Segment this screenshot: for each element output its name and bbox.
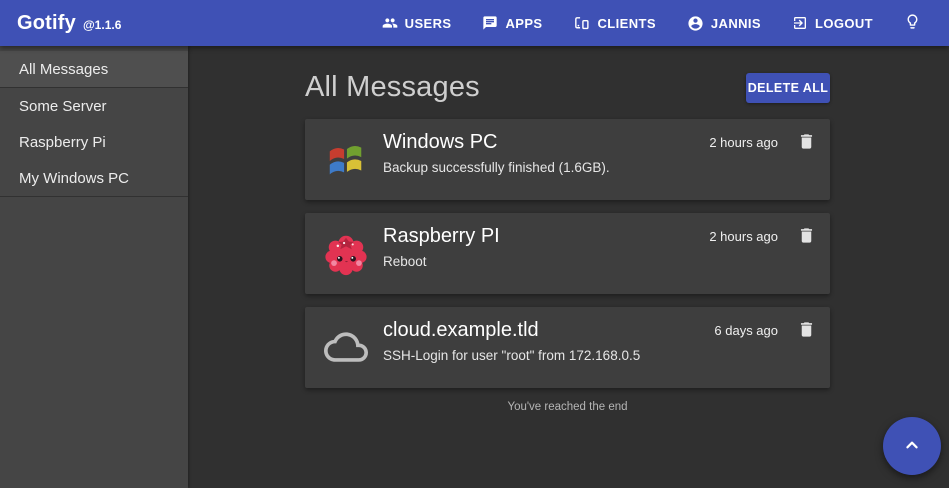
message-timestamp: 6 days ago [714, 323, 778, 338]
page-title: All Messages [305, 71, 480, 104]
message-body: Reboot [383, 254, 427, 269]
main-content: All Messages DELETE ALL Windows PC Backu… [188, 46, 949, 488]
app-version: @1.1.6 [83, 18, 121, 32]
delete-message-button[interactable] [795, 224, 818, 250]
account-icon [687, 15, 704, 32]
cloud-icon [323, 325, 369, 371]
theme-toggle-button[interactable] [902, 8, 923, 38]
lightbulb-icon [904, 13, 921, 33]
scroll-to-top-button[interactable] [883, 417, 941, 475]
sidebar-item-label: My Windows PC [19, 170, 129, 187]
sidebar-item-some-server[interactable]: Some Server [0, 88, 188, 124]
message-body: Backup successfully finished (1.6GB). [383, 160, 610, 175]
message-timestamp: 2 hours ago [709, 229, 778, 244]
delete-message-button[interactable] [795, 130, 818, 156]
top-navigation: USERS APPS CLIENTS JANNIS [380, 8, 949, 38]
sidebar-item-raspberry-pi[interactable]: Raspberry Pi [0, 124, 188, 160]
sidebar-item-label: Some Server [19, 98, 107, 115]
message-card: Windows PC Backup successfully finished … [305, 119, 830, 200]
message-body: SSH-Login for user "root" from 172.168.0… [383, 348, 640, 363]
nav-logout-button[interactable]: LOGOUT [790, 9, 875, 37]
nav-apps-button[interactable]: APPS [480, 9, 544, 37]
sidebar-divider [0, 196, 188, 197]
sidebar-item-label: Raspberry Pi [19, 134, 106, 151]
apps-icon [482, 15, 498, 31]
message-timestamp: 2 hours ago [709, 135, 778, 150]
message-card: Raspberry PI Reboot 2 hours ago [305, 213, 830, 294]
sidebar-item-my-windows-pc[interactable]: My Windows PC [0, 160, 188, 196]
brand: Gotify @1.1.6 [0, 12, 121, 35]
nav-logout-label: LOGOUT [815, 16, 873, 31]
sidebar: All Messages Some Server Raspberry Pi My… [0, 46, 188, 488]
trash-icon [797, 139, 816, 154]
clients-icon [573, 15, 590, 32]
windows-logo-icon [323, 137, 369, 183]
top-app-bar: Gotify @1.1.6 USERS APPS CLIENTS [0, 0, 949, 46]
message-title: Raspberry PI [383, 225, 500, 248]
trash-icon [797, 327, 816, 342]
raspberry-logo-icon [323, 231, 369, 277]
message-title: cloud.example.tld [383, 319, 539, 342]
nav-clients-label: CLIENTS [597, 16, 655, 31]
message-title: Windows PC [383, 131, 497, 154]
nav-account-label: JANNIS [711, 16, 761, 31]
delete-all-button[interactable]: DELETE ALL [746, 73, 830, 103]
delete-message-button[interactable] [795, 318, 818, 344]
nav-clients-button[interactable]: CLIENTS [571, 9, 657, 38]
message-card: cloud.example.tld SSH-Login for user "ro… [305, 307, 830, 388]
end-of-list-text: You've reached the end [305, 401, 830, 413]
sidebar-item-label: All Messages [19, 61, 108, 78]
nav-users-button[interactable]: USERS [380, 9, 454, 37]
logout-icon [792, 15, 808, 31]
users-icon [382, 15, 398, 31]
app-title: Gotify [17, 12, 76, 35]
nav-user-account-button[interactable]: JANNIS [685, 9, 763, 38]
nav-apps-label: APPS [505, 16, 542, 31]
chevron-up-icon [901, 434, 923, 459]
nav-users-label: USERS [405, 16, 452, 31]
trash-icon [797, 233, 816, 248]
sidebar-item-all-messages[interactable]: All Messages [0, 51, 188, 87]
